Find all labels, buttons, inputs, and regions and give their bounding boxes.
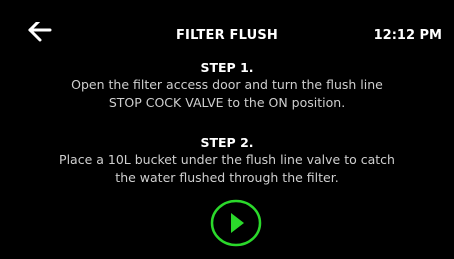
step-2-heading: STEP 2. — [200, 135, 254, 150]
step-2-block: STEP 2. Place a 10L bucket under the flu… — [0, 134, 454, 187]
play-icon — [210, 199, 262, 247]
step-1-block: STEP 1. Open the filter access door and … — [0, 59, 454, 112]
clock-time: 12:12 PM — [373, 28, 442, 43]
step-1-heading: STEP 1. — [200, 60, 254, 75]
step-2-line-2: the water flushed through the filter. — [115, 170, 339, 185]
step-2-line-1: Place a 10L bucket under the flush line … — [59, 152, 395, 167]
step-1-line-1: Open the filter access door and turn the… — [71, 77, 383, 92]
step-1-line-2: STOP COCK VALVE to the ON position. — [108, 95, 346, 110]
play-button[interactable] — [210, 199, 262, 247]
header-bar: FILTER FLUSH 12:12 PM — [0, 0, 454, 44]
